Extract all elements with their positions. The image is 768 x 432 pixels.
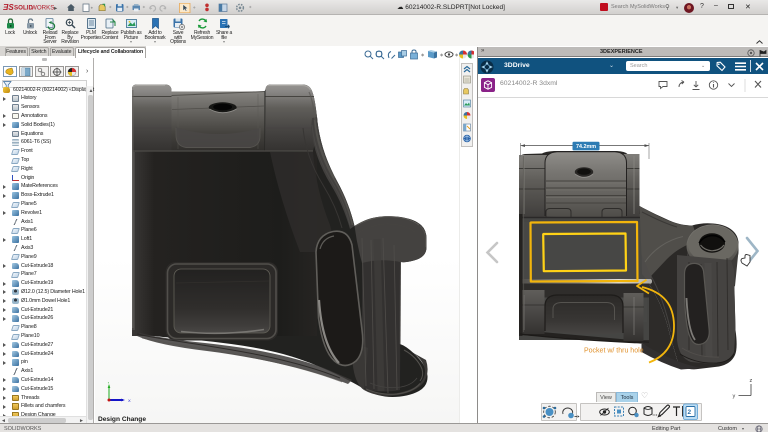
svg-text:Pocket w/ thru hole: Pocket w/ thru hole [584,348,644,355]
svg-text:ƎS: ƎS [3,3,14,12]
svg-text:z: z [750,378,753,384]
svg-text:Y: Y [107,382,110,385]
svg-text:2: 2 [687,409,691,416]
svg-text:y: y [733,394,736,400]
svg-text:WORKS: WORKS [31,5,54,12]
svg-text:X: X [128,398,131,403]
svg-text:74.2mm: 74.2mm [576,144,596,150]
